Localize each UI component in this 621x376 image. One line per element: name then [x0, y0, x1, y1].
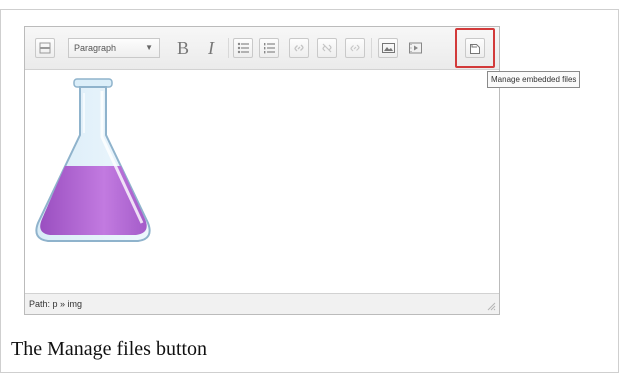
editor-content-area[interactable] [25, 70, 499, 293]
insert-image-button[interactable] [378, 38, 398, 58]
insert-media-button[interactable] [405, 38, 425, 58]
toolbar-toggle-button[interactable] [35, 38, 55, 58]
highlight-box [455, 28, 495, 68]
element-path: Path: p » img [29, 299, 83, 309]
editor-toolbar: Paragraph ▼ B I [25, 27, 499, 70]
chevron-down-icon: ▼ [145, 43, 153, 52]
image-icon [381, 43, 395, 53]
italic-label: I [208, 38, 214, 58]
tooltip: Manage embedded files [487, 71, 581, 88]
link-button[interactable] [289, 38, 309, 58]
toolbar-separator [371, 38, 372, 58]
unlink-icon [322, 43, 332, 53]
toolbar-separator [228, 38, 229, 58]
italic-button[interactable]: I [201, 38, 221, 58]
bold-button[interactable]: B [173, 38, 193, 58]
unordered-list-button[interactable] [233, 38, 253, 58]
resize-grip-icon[interactable] [486, 301, 496, 311]
bold-label: B [176, 38, 189, 58]
paragraph-format-select[interactable]: Paragraph ▼ [68, 38, 160, 58]
format-select-value: Paragraph [74, 43, 117, 53]
anchor-icon [350, 44, 360, 52]
media-icon [408, 42, 422, 54]
flask-image[interactable] [34, 73, 164, 249]
figure-caption: The Manage files button [11, 338, 208, 360]
unlink-button[interactable] [317, 38, 337, 58]
ordered-list-icon [263, 43, 275, 54]
toggle-toolbar-icon [39, 42, 51, 54]
unordered-list-icon [237, 42, 249, 54]
editor-statusbar: Path: p » img [25, 293, 499, 314]
ordered-list-button[interactable] [259, 38, 279, 58]
text-editor: Paragraph ▼ B I Path: p » img [24, 26, 500, 315]
link-icon [294, 44, 304, 52]
anchor-button[interactable] [345, 38, 365, 58]
